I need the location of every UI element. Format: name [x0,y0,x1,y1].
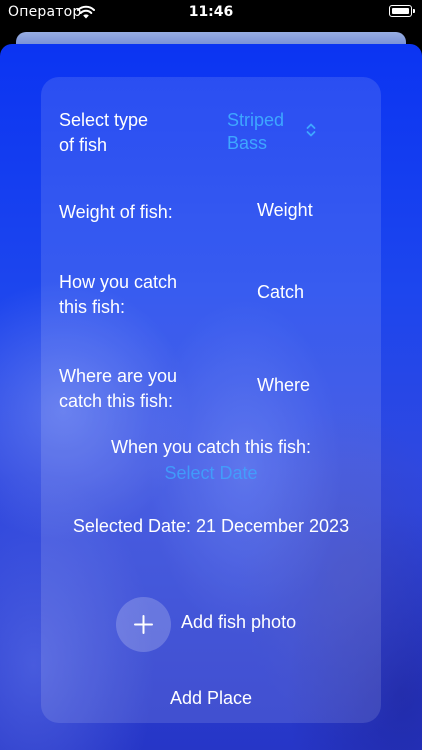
catch-method-input[interactable]: Catch [257,280,304,305]
weight-label: Weight of fish: [59,202,173,222]
catch-date-title: When you catch this fish: [110,437,312,457]
chevron-up-down-icon [306,123,316,137]
fish-type-value: Striped Bass [227,110,285,153]
add-photo-label: Add fish photo [181,612,297,632]
battery-icon [389,5,415,17]
add-place-button[interactable]: Add Place [41,688,381,709]
plus-icon [134,615,153,634]
weight-input[interactable]: Weight [257,198,313,223]
clock: 11:46 [188,4,234,20]
fish-type-label: Select type of fish [59,110,149,155]
select-date-button[interactable]: Select Date [41,463,381,484]
status-bar: Оператор 11:46 [0,0,422,28]
selected-date-text: Selected Date: 21 December 2023 [72,516,350,536]
add-photo-button[interactable] [116,597,171,652]
location-label: Where are you catch this fish: [59,366,178,411]
location-input[interactable]: Where [257,373,310,398]
catch-method-label: How you catch this fish: [59,272,178,317]
fish-type-picker[interactable]: Striped Bass [227,109,337,157]
